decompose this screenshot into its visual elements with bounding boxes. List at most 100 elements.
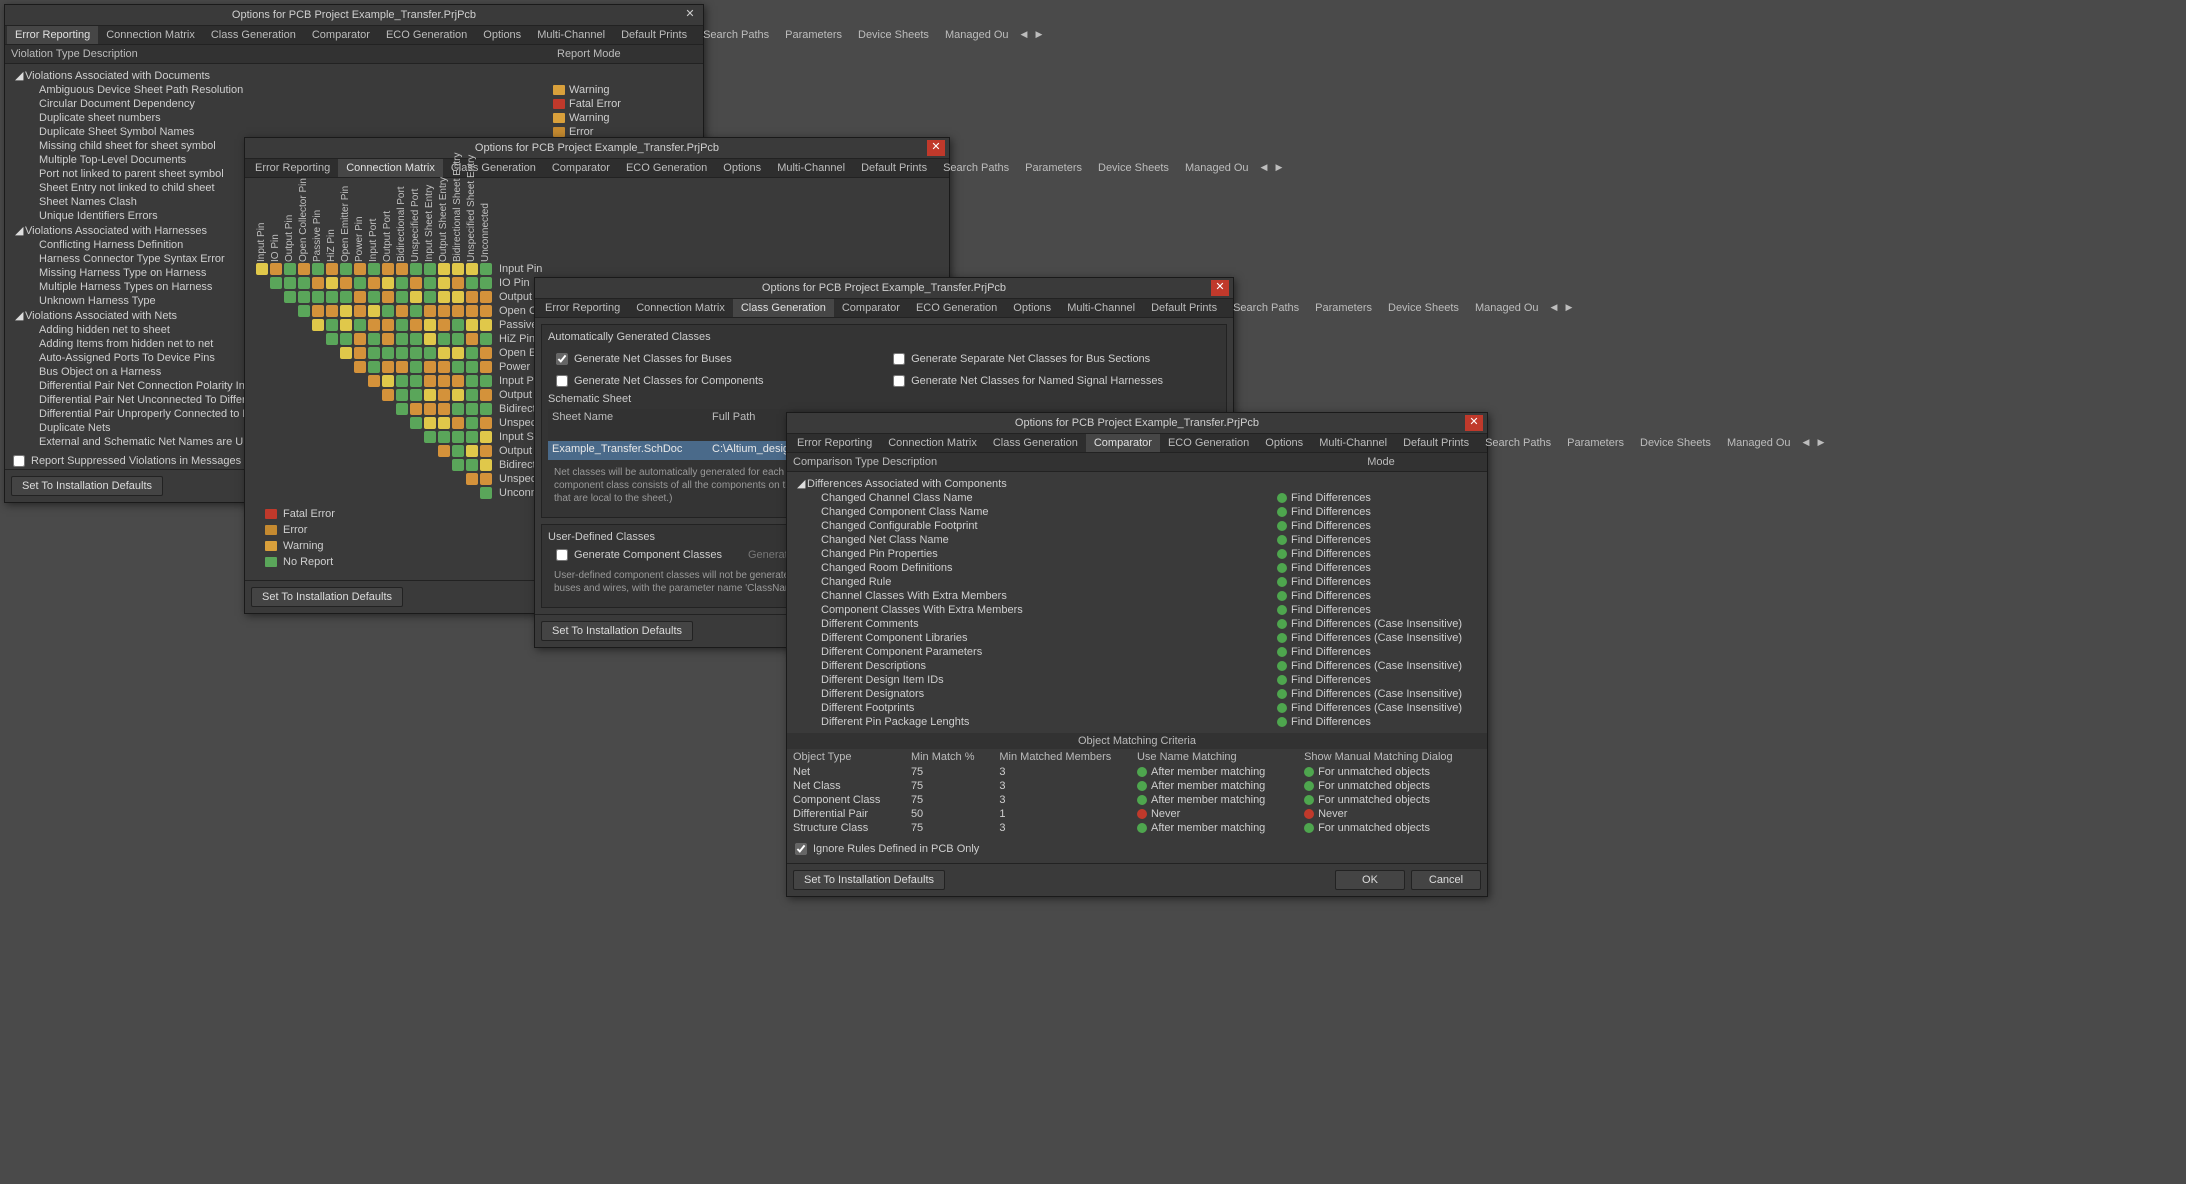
matrix-cell[interactable]	[284, 263, 296, 275]
tab-nav-right[interactable]: ▶	[1271, 159, 1286, 177]
matrix-cell[interactable]	[368, 375, 380, 387]
tab-default-prints[interactable]: Default Prints	[853, 159, 935, 177]
matrix-cell[interactable]	[284, 445, 296, 457]
matrix-cell[interactable]	[466, 487, 478, 499]
matrix-cell[interactable]	[368, 445, 380, 457]
matrix-cell[interactable]	[480, 277, 492, 289]
matrix-cell[interactable]	[312, 389, 324, 401]
matrix-cell[interactable]	[340, 291, 352, 303]
comparison-mode[interactable]: Find Differences	[1277, 674, 1477, 686]
matrix-cell[interactable]	[452, 333, 464, 345]
matrix-cell[interactable]	[298, 389, 310, 401]
matrix-cell[interactable]	[340, 263, 352, 275]
cell-name-matching[interactable]: Never	[1137, 808, 1304, 820]
tab-parameters[interactable]: Parameters	[1559, 434, 1632, 452]
matrix-cell[interactable]	[326, 305, 338, 317]
comparison-mode[interactable]: Find Differences (Case Insensitive)	[1277, 702, 1477, 714]
matrix-cell[interactable]	[326, 333, 338, 345]
comparison-mode[interactable]: Find Differences (Case Insensitive)	[1277, 632, 1477, 644]
matrix-cell[interactable]	[410, 473, 422, 485]
matrix-cell[interactable]	[298, 347, 310, 359]
matrix-cell[interactable]	[424, 473, 436, 485]
matrix-cell[interactable]	[326, 403, 338, 415]
cell-manual-dialog[interactable]: For unmatched objects	[1304, 780, 1481, 792]
comparison-item[interactable]: Different FootprintsFind Differences (Ca…	[793, 701, 1481, 715]
matrix-cell[interactable]	[480, 263, 492, 275]
tab-managed-output[interactable]: Managed Ou	[937, 26, 1017, 44]
matrix-cell[interactable]	[382, 263, 394, 275]
tab-options[interactable]: Options	[715, 159, 769, 177]
comparison-item[interactable]: Changed Channel Class NameFind Differenc…	[793, 491, 1481, 505]
tab-error-reporting[interactable]: Error Reporting	[247, 159, 338, 177]
chevron-down-icon[interactable]: ◢	[15, 309, 25, 322]
tab-default-prints[interactable]: Default Prints	[613, 26, 695, 44]
tab-options[interactable]: Options	[1005, 299, 1059, 317]
close-icon[interactable]: ✕	[1465, 415, 1483, 431]
matrix-cell[interactable]	[326, 389, 338, 401]
matrix-cell[interactable]	[354, 305, 366, 317]
matrix-cell[interactable]	[466, 473, 478, 485]
class-gen-checkbox[interactable]	[556, 375, 568, 387]
report-suppressed-checkbox[interactable]	[13, 455, 25, 467]
matrix-cell[interactable]	[424, 389, 436, 401]
match-row[interactable]: Structure Class753After member matchingF…	[793, 821, 1481, 835]
comparison-item[interactable]: Channel Classes With Extra MembersFind D…	[793, 589, 1481, 603]
matrix-cell[interactable]	[466, 431, 478, 443]
matrix-cell[interactable]	[368, 305, 380, 317]
matrix-cell[interactable]	[284, 459, 296, 471]
matrix-cell[interactable]	[424, 333, 436, 345]
matrix-cell[interactable]	[396, 375, 408, 387]
matrix-cell[interactable]	[312, 305, 324, 317]
match-row[interactable]: Net Class753After member matchingFor unm…	[793, 779, 1481, 793]
matrix-cell[interactable]	[410, 361, 422, 373]
matrix-cell[interactable]	[438, 319, 450, 331]
matrix-cell[interactable]	[466, 361, 478, 373]
matrix-cell[interactable]	[340, 431, 352, 443]
set-defaults-button[interactable]: Set To Installation Defaults	[251, 587, 403, 607]
matrix-cell[interactable]	[256, 389, 268, 401]
matrix-cell[interactable]	[340, 487, 352, 499]
matrix-cell[interactable]	[396, 263, 408, 275]
matrix-cell[interactable]	[284, 319, 296, 331]
matrix-cell[interactable]	[326, 417, 338, 429]
matrix-cell[interactable]	[340, 333, 352, 345]
matrix-cell[interactable]	[382, 375, 394, 387]
matrix-cell[interactable]	[368, 319, 380, 331]
matrix-cell[interactable]	[284, 375, 296, 387]
matrix-cell[interactable]	[466, 389, 478, 401]
matrix-cell[interactable]	[410, 263, 422, 275]
matrix-cell[interactable]	[452, 459, 464, 471]
matrix-cell[interactable]	[284, 277, 296, 289]
matrix-cell[interactable]	[326, 291, 338, 303]
matrix-cell[interactable]	[256, 305, 268, 317]
matrix-cell[interactable]	[410, 487, 422, 499]
comparison-item[interactable]: Changed RuleFind Differences	[793, 575, 1481, 589]
tab-options[interactable]: Options	[475, 26, 529, 44]
matrix-cell[interactable]	[256, 277, 268, 289]
matrix-cell[interactable]	[340, 305, 352, 317]
comparison-mode[interactable]: Find Differences	[1277, 576, 1477, 588]
matrix-cell[interactable]	[326, 473, 338, 485]
matrix-cell[interactable]	[396, 417, 408, 429]
matrix-cell[interactable]	[480, 291, 492, 303]
matrix-cell[interactable]	[284, 291, 296, 303]
matrix-cell[interactable]	[396, 487, 408, 499]
matrix-cell[interactable]	[438, 375, 450, 387]
matrix-cell[interactable]	[480, 333, 492, 345]
matrix-cell[interactable]	[284, 431, 296, 443]
matrix-cell[interactable]	[368, 431, 380, 443]
matrix-cell[interactable]	[382, 431, 394, 443]
matrix-cell[interactable]	[284, 473, 296, 485]
matrix-cell[interactable]	[298, 305, 310, 317]
matrix-cell[interactable]	[396, 403, 408, 415]
matrix-cell[interactable]	[326, 459, 338, 471]
matrix-cell[interactable]	[410, 319, 422, 331]
matrix-cell[interactable]	[354, 459, 366, 471]
matrix-cell[interactable]	[466, 459, 478, 471]
comparison-mode[interactable]: Find Differences	[1277, 562, 1477, 574]
match-row[interactable]: Differential Pair501NeverNever	[793, 807, 1481, 821]
close-icon[interactable]: ✕	[1211, 280, 1229, 296]
matrix-cell[interactable]	[438, 445, 450, 457]
matrix-cell[interactable]	[270, 375, 282, 387]
matrix-cell[interactable]	[256, 417, 268, 429]
